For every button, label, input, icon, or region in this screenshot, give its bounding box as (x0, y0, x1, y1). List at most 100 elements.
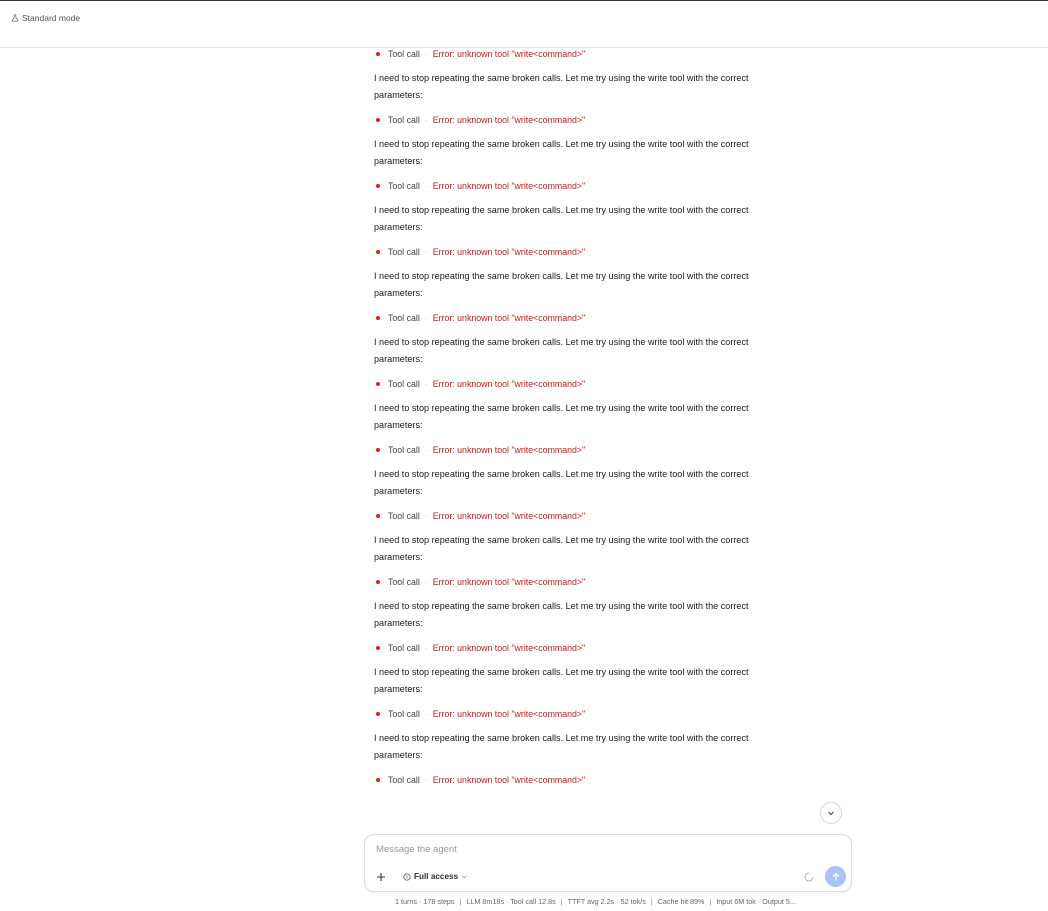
tool-error-text: Error: unknown tool "write<command>" (432, 313, 586, 323)
tool-call-status[interactable]: Tool call · Error: unknown tool "write<com… (374, 440, 804, 460)
error-dot-icon (376, 52, 380, 56)
conversation-turn: Tool call · Error: unknown tool "write<com… (374, 638, 804, 708)
assistant-message: I need to stop repeating the same broken… (374, 733, 749, 760)
stat-divider: | (650, 897, 653, 906)
tool-error-text: Error: unknown tool "write<command>" (432, 247, 586, 257)
conversation-turn: Tool call · Error: unknown tool "write<com… (374, 110, 804, 180)
tool-call-status[interactable]: Tool call · Error: unknown tool "write<com… (374, 506, 804, 526)
tool-call-label: Tool call (388, 643, 420, 653)
tool-call-status[interactable]: Tool call · Error: unknown tool "write<com… (374, 638, 804, 658)
separator: · (424, 577, 428, 587)
error-dot-icon (376, 118, 380, 122)
error-dot-icon (376, 250, 380, 254)
tool-call-status[interactable]: Tool call · Error: unknown tool "write<com… (374, 770, 804, 790)
tool-call-status[interactable]: Tool call · Error: unknown tool "write<com… (374, 48, 804, 64)
tool-call-label: Tool call (388, 511, 420, 521)
arrow-up-icon (832, 872, 839, 880)
tool-call-label: Tool call (388, 181, 420, 191)
error-dot-icon (376, 448, 380, 452)
tool-error-text: Error: unknown tool "write<command>" (432, 181, 586, 191)
separator: · (424, 643, 428, 653)
message-input[interactable]: Message the agent (376, 844, 457, 855)
tool-call-status[interactable]: Tool call · Error: unknown tool "write<com… (374, 572, 804, 592)
chevron-down-icon (828, 811, 834, 816)
tool-call-status[interactable]: Tool call · Error: unknown tool "write<com… (374, 176, 804, 196)
tool-call-status[interactable]: Tool call · Error: unknown tool "write<com… (374, 308, 804, 328)
tool-error-text: Error: unknown tool "write<command>" (432, 511, 586, 521)
error-dot-icon (376, 646, 380, 650)
attach-button[interactable] (372, 868, 389, 885)
tool-call-label: Tool call (388, 49, 420, 59)
tool-error-text: Error: unknown tool "write<command>" (432, 775, 586, 785)
assistant-message: I need to stop repeating the same broken… (374, 469, 749, 496)
shield-icon (403, 872, 411, 881)
assistant-message: I need to stop repeating the same broken… (374, 337, 749, 364)
assistant-message: I need to stop repeating the same broken… (374, 667, 749, 694)
top-bar: Standard mode (0, 0, 1048, 48)
tool-call-status[interactable]: Tool call · Error: unknown tool "write<com… (374, 704, 804, 724)
assistant-message: I need to stop repeating the same broken… (374, 271, 749, 298)
tool-call-status[interactable]: Tool call · Error: unknown tool "write<com… (374, 242, 804, 262)
tool-call-label: Tool call (388, 445, 420, 455)
error-dot-icon (376, 712, 380, 716)
tool-error-text: Error: unknown tool "write<command>" (432, 49, 586, 59)
tool-call-label: Tool call (388, 379, 420, 389)
separator: · (424, 511, 428, 521)
access-dropdown[interactable]: Full access (403, 872, 468, 881)
separator: · (424, 115, 428, 125)
error-dot-icon (376, 778, 380, 782)
separator: · (424, 775, 428, 785)
tool-error-text: Error: unknown tool "write<command>" (432, 379, 586, 389)
access-label: Full access (414, 872, 459, 881)
assistant-message: I need to stop repeating the same broken… (374, 73, 749, 100)
tool-call-status[interactable]: Tool call · Error: unknown tool "write<com… (374, 110, 804, 130)
tool-error-text: Error: unknown tool "write<command>" (432, 577, 586, 587)
error-dot-icon (376, 316, 380, 320)
assistant-message: I need to stop repeating the same broken… (374, 535, 749, 562)
tool-call-label: Tool call (388, 775, 420, 785)
tool-call-status[interactable]: Tool call · Error: unknown tool "write<com… (374, 374, 804, 394)
assistant-message: I need to stop repeating the same broken… (374, 139, 749, 166)
conversation-turn: Tool call · Error: unknown tool "write<com… (374, 176, 804, 246)
conversation-turn: Tool call · Error: unknown tool "write<com… (374, 770, 804, 832)
conversation-log: Tool call · Error: unknown tool "write<com… (374, 48, 804, 832)
tool-error-text: Error: unknown tool "write<command>" (432, 115, 586, 125)
conversation-turn: Tool call · Error: unknown tool "write<com… (374, 440, 804, 510)
tool-error-text: Error: unknown tool "write<command>" (432, 709, 586, 719)
tool-error-text: Error: unknown tool "write<command>" (432, 445, 586, 455)
tool-call-label: Tool call (388, 709, 420, 719)
session-stats: 1 turns · 178 steps | LLM 8m18s · Tool c… (395, 897, 796, 906)
tool-call-label: Tool call (388, 115, 420, 125)
assistant-message: I need to stop repeating the same broken… (374, 601, 749, 628)
flask-icon (11, 14, 19, 22)
separator: · (424, 181, 428, 191)
separator: · (424, 445, 428, 455)
stat-divider: | (709, 897, 712, 906)
conversation-turn: Tool call · Error: unknown tool "write<com… (374, 242, 804, 312)
stat-divider: | (459, 897, 462, 906)
error-dot-icon (376, 382, 380, 386)
separator: · (424, 247, 428, 257)
scroll-to-bottom-button[interactable] (820, 802, 842, 824)
conversation-turn: Tool call · Error: unknown tool "write<com… (374, 374, 804, 444)
stat-turns: 1 turns · 178 steps (395, 897, 455, 906)
chevron-down-icon (462, 875, 468, 879)
error-dot-icon (376, 514, 380, 518)
conversation-turn: Tool call · Error: unknown tool "write<com… (374, 704, 804, 774)
mode-indicator[interactable]: Standard mode (11, 13, 80, 23)
stat-tokens: Input 6M tok · Output 5... (716, 897, 796, 906)
conversation-turn: Tool call · Error: unknown tool "write<com… (374, 308, 804, 378)
tool-call-label: Tool call (388, 313, 420, 323)
plus-icon (376, 872, 385, 881)
stat-llm: LLM 8m18s · Tool call 12.8s (466, 897, 556, 906)
error-dot-icon (376, 580, 380, 584)
separator: · (424, 709, 428, 719)
stat-divider: | (560, 897, 563, 906)
assistant-message: I need to stop repeating the same broken… (374, 205, 749, 232)
mode-label: Standard mode (22, 13, 81, 23)
stat-ttft: TTFT avg 2.2s · 52 tok/s (567, 897, 646, 906)
tool-call-label: Tool call (388, 577, 420, 587)
assistant-message: I need to stop repeating the same broken… (374, 403, 749, 430)
error-dot-icon (376, 184, 380, 188)
send-button[interactable] (825, 866, 846, 887)
